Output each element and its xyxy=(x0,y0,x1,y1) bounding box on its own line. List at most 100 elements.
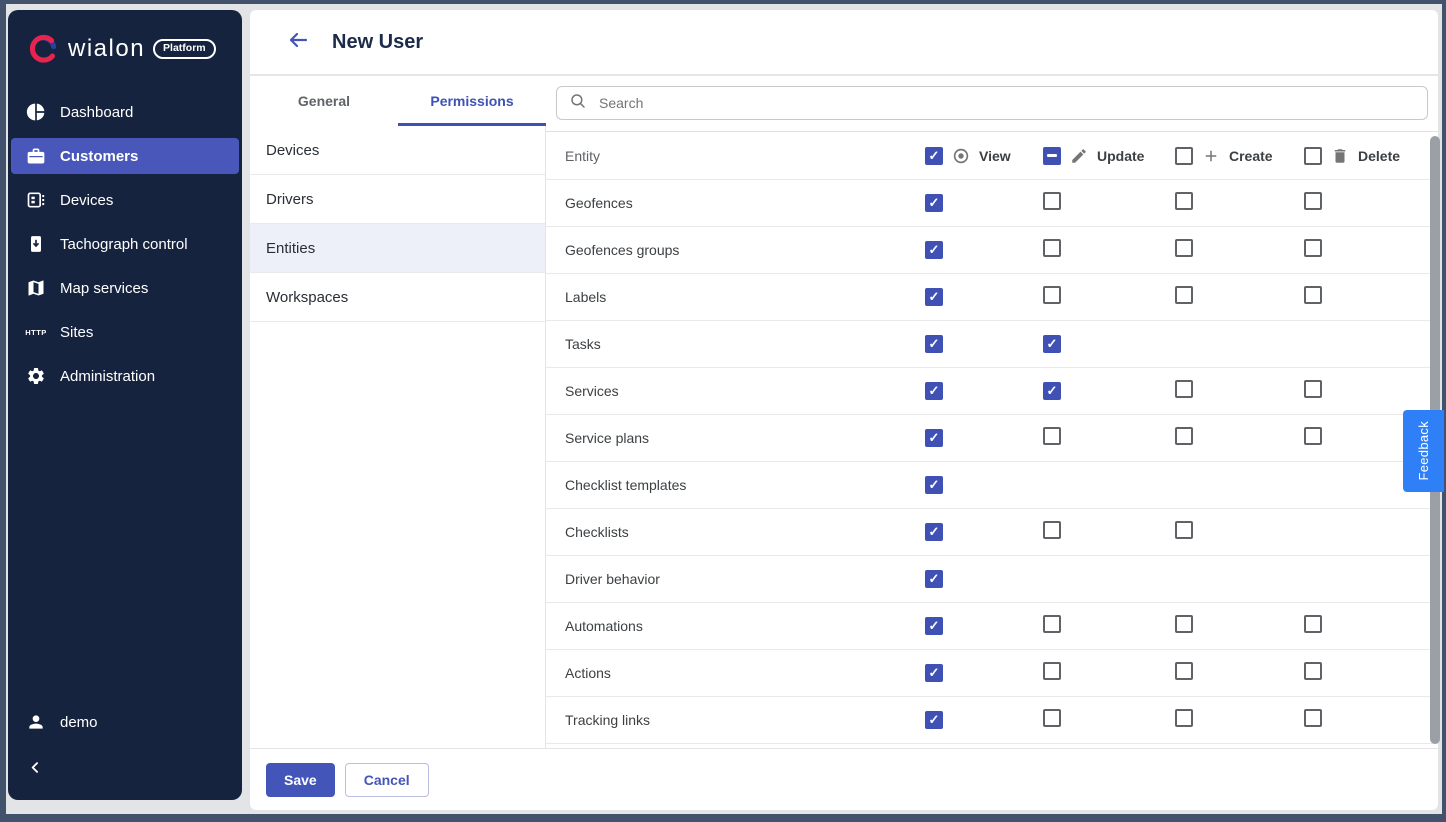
delete-checkbox[interactable] xyxy=(1304,709,1322,727)
column-header-update: Update xyxy=(1043,146,1175,166)
sidebar-item-tachograph-control[interactable]: Tachograph control xyxy=(11,226,239,262)
create-checkbox[interactable] xyxy=(1175,192,1193,210)
view-checkbox[interactable] xyxy=(925,241,943,259)
view-cell xyxy=(925,476,1043,495)
create-checkbox[interactable] xyxy=(1175,239,1193,257)
create-checkbox[interactable] xyxy=(1175,521,1193,539)
search-box[interactable] xyxy=(556,86,1428,120)
subnav-item-entities[interactable]: Entities xyxy=(250,224,545,273)
page-header: New User xyxy=(250,10,1438,76)
trash-icon xyxy=(1330,146,1350,166)
tab-permissions[interactable]: Permissions xyxy=(398,76,546,126)
chevron-left-icon xyxy=(28,762,43,779)
update-cell xyxy=(1043,427,1175,450)
update-checkbox[interactable] xyxy=(1043,192,1061,210)
sidebar-item-devices[interactable]: Devices xyxy=(11,182,239,218)
brand-logo: wialon Platform xyxy=(8,10,242,66)
create-select-all-checkbox[interactable] xyxy=(1175,147,1193,165)
view-checkbox[interactable] xyxy=(925,570,943,588)
sidebar-item-sites[interactable]: HTTPSites xyxy=(11,314,239,350)
update-cell xyxy=(1043,709,1175,732)
view-checkbox[interactable] xyxy=(925,617,943,635)
subnav-item-workspaces[interactable]: Workspaces xyxy=(250,273,545,322)
update-checkbox[interactable] xyxy=(1043,709,1061,727)
update-checkbox[interactable] xyxy=(1043,382,1061,400)
cancel-button[interactable]: Cancel xyxy=(345,763,429,797)
delete-checkbox[interactable] xyxy=(1304,286,1322,304)
entity-name: Tracking links xyxy=(546,712,925,728)
delete-select-all-checkbox[interactable] xyxy=(1304,147,1322,165)
update-select-all-checkbox[interactable] xyxy=(1043,147,1061,165)
delete-checkbox[interactable] xyxy=(1304,662,1322,680)
update-cell xyxy=(1043,521,1175,544)
user-menu[interactable]: demo xyxy=(11,704,239,740)
view-checkbox[interactable] xyxy=(925,194,943,212)
sidebar-item-label: Dashboard xyxy=(60,104,133,121)
permissions-subnav: DevicesDriversEntitiesWorkspaces xyxy=(250,126,546,748)
delete-checkbox[interactable] xyxy=(1304,239,1322,257)
view-checkbox[interactable] xyxy=(925,335,943,353)
create-checkbox[interactable] xyxy=(1175,709,1193,727)
entity-name: Tasks xyxy=(546,336,925,352)
search-input[interactable] xyxy=(597,94,1415,112)
tab-row: General Permissions xyxy=(250,76,1438,126)
subnav-item-drivers[interactable]: Drivers xyxy=(250,175,545,224)
create-cell xyxy=(1175,239,1304,262)
view-checkbox[interactable] xyxy=(925,523,943,541)
column-label: View xyxy=(979,148,1011,164)
sidebar-item-administration[interactable]: Administration xyxy=(11,358,239,394)
tab-general[interactable]: General xyxy=(250,76,398,126)
back-button[interactable] xyxy=(286,30,310,54)
create-checkbox[interactable] xyxy=(1175,427,1193,445)
view-checkbox[interactable] xyxy=(925,711,943,729)
create-checkbox[interactable] xyxy=(1175,615,1193,633)
view-checkbox[interactable] xyxy=(925,382,943,400)
delete-checkbox[interactable] xyxy=(1304,427,1322,445)
sidebar-item-customers[interactable]: Customers xyxy=(11,138,239,174)
table-row: Automations xyxy=(546,603,1438,650)
entity-column-header: Entity xyxy=(546,148,925,164)
create-checkbox[interactable] xyxy=(1175,662,1193,680)
update-checkbox[interactable] xyxy=(1043,521,1061,539)
sidebar-item-map-services[interactable]: Map services xyxy=(11,270,239,306)
table-row: Checklists xyxy=(546,509,1438,556)
column-label: Create xyxy=(1229,148,1273,164)
create-cell xyxy=(1175,286,1304,309)
view-checkbox[interactable] xyxy=(925,664,943,682)
map-icon xyxy=(24,276,48,300)
plus-icon xyxy=(1201,146,1221,166)
table-row: Geofences xyxy=(546,180,1438,227)
delete-checkbox[interactable] xyxy=(1304,380,1322,398)
update-cell xyxy=(1043,382,1175,401)
dashboard-icon xyxy=(24,100,48,124)
create-checkbox[interactable] xyxy=(1175,286,1193,304)
create-cell xyxy=(1175,380,1304,403)
create-cell xyxy=(1175,192,1304,215)
update-checkbox[interactable] xyxy=(1043,335,1061,353)
view-checkbox[interactable] xyxy=(925,429,943,447)
delete-checkbox[interactable] xyxy=(1304,192,1322,210)
sidebar-item-dashboard[interactable]: Dashboard xyxy=(11,94,239,130)
table-row: Driver behavior xyxy=(546,556,1438,603)
create-cell xyxy=(1175,709,1304,732)
update-checkbox[interactable] xyxy=(1043,427,1061,445)
tachograph-icon xyxy=(24,232,48,256)
create-checkbox[interactable] xyxy=(1175,380,1193,398)
update-cell xyxy=(1043,335,1175,354)
table-row: Service plans xyxy=(546,415,1438,462)
view-select-all-checkbox[interactable] xyxy=(925,147,943,165)
view-checkbox[interactable] xyxy=(925,476,943,494)
window-frame-left xyxy=(0,0,6,822)
update-checkbox[interactable] xyxy=(1043,662,1061,680)
sidebar-collapse-button[interactable] xyxy=(11,740,239,780)
search-icon xyxy=(569,92,587,115)
update-checkbox[interactable] xyxy=(1043,615,1061,633)
delete-checkbox[interactable] xyxy=(1304,615,1322,633)
subnav-item-devices[interactable]: Devices xyxy=(250,126,545,175)
view-checkbox[interactable] xyxy=(925,288,943,306)
feedback-tab[interactable]: Feedback xyxy=(1403,410,1444,492)
save-button[interactable]: Save xyxy=(266,763,335,797)
update-checkbox[interactable] xyxy=(1043,239,1061,257)
update-checkbox[interactable] xyxy=(1043,286,1061,304)
entity-name: Geofences xyxy=(546,195,925,211)
